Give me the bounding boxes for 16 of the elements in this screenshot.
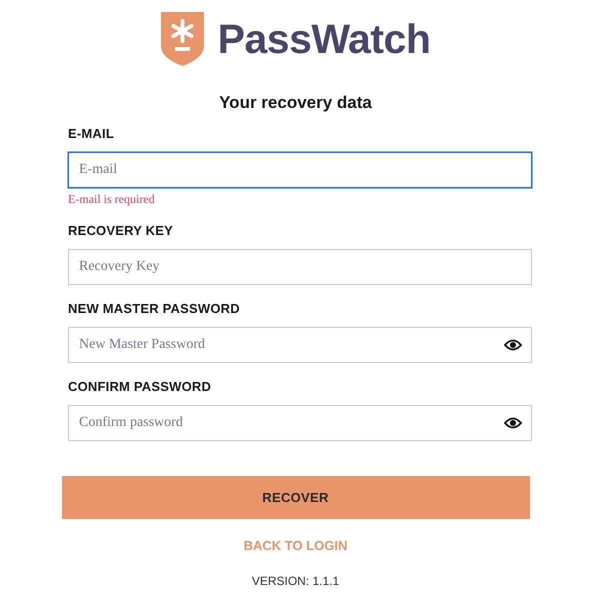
input-field[interactable]: E-mail: [68, 152, 532, 188]
logo-text: PassWatch: [218, 18, 430, 60]
version-text: VERSION: 1.1.1: [252, 573, 340, 590]
input-field[interactable]: Recovery Key: [68, 249, 532, 285]
field-label: E-MAIL: [68, 125, 115, 143]
field-label: CONFIRM PASSWORD: [68, 378, 212, 396]
field-label: NEW MASTER PASSWORD: [68, 300, 241, 318]
shield-logo-icon: [160, 12, 204, 66]
input-field[interactable]: New Master Password: [68, 327, 532, 363]
eye-icon[interactable]: [504, 417, 522, 429]
recover-button[interactable]: RECOVER: [62, 476, 530, 519]
input-field[interactable]: Confirm password: [68, 405, 532, 441]
error-message: E-mail is required: [68, 191, 156, 207]
field-label: RECOVERY KEY: [68, 222, 174, 240]
eye-icon[interactable]: [504, 339, 522, 351]
page-title: Your recovery data: [219, 92, 372, 114]
